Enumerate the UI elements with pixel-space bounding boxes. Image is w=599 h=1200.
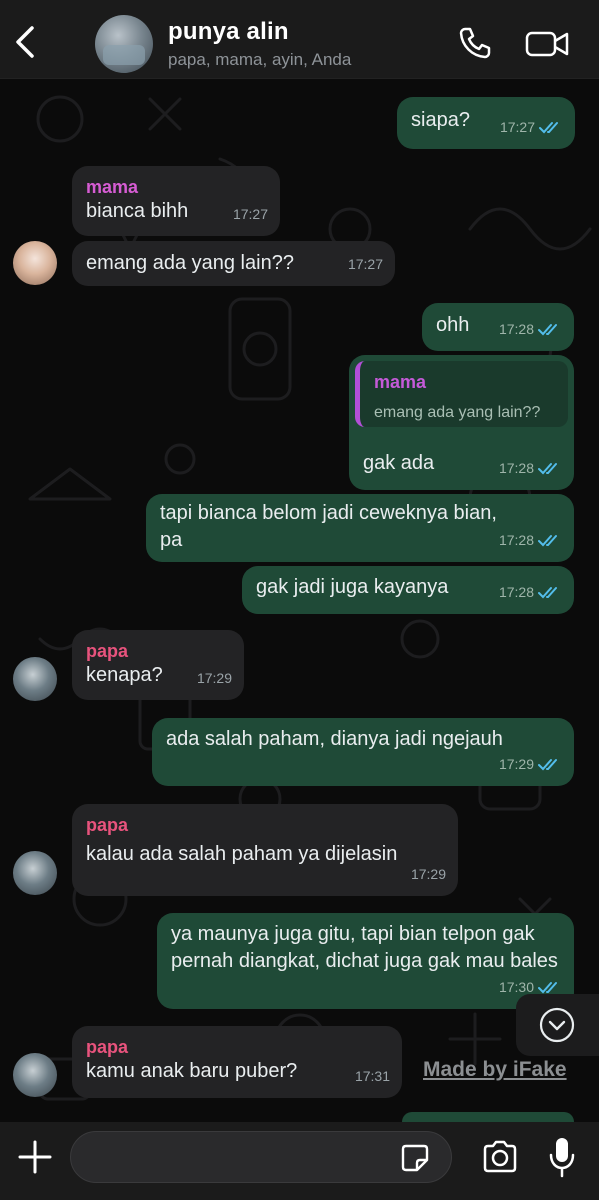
message-meta: 17:28 [499,527,562,554]
phone-icon[interactable] [458,26,492,60]
message-meta: 17:28 [499,455,562,482]
quoted-sender: mama [374,372,427,392]
message-text: kamu anak baru puber? [86,1060,298,1082]
message-bubble-outgoing[interactable]: ya maunya juga gitu, tapi bian telpon ga… [157,913,574,1009]
message-text: kenapa? [86,664,163,686]
message-text: tapi bianca belom jadi ceweknya bian, pa [160,502,497,551]
message-text: emang ada yang lain?? [86,252,294,274]
message-time: 17:29 [498,756,534,772]
message-bubble-outgoing-reply[interactable]: mama emang ada yang lain?? gak ada 17:28 [349,355,574,490]
message-text: gak jadi juga kayanya [256,576,449,598]
sticker-icon[interactable] [400,1143,430,1173]
message-time: 17:27 [499,119,535,135]
message-time: 17:28 [498,532,534,548]
message-time: 17:27 [232,206,268,222]
sender-name[interactable]: papa [86,814,444,836]
message-text: ohh [436,314,470,336]
message-time: 17:27 [347,256,383,272]
message-text: bianca bihh [86,200,189,222]
sender-name[interactable]: papa [86,640,230,662]
quoted-text: emang ada yang lain?? [374,404,541,421]
message-meta: 17:27 [348,251,383,278]
plus-icon[interactable] [16,1138,54,1176]
message-composer [0,1122,599,1200]
camera-icon[interactable] [481,1139,519,1175]
message-bubble-outgoing[interactable]: ada salah paham, dianya jadi ngejauh 17:… [152,718,574,786]
double-check-icon [538,758,557,770]
scroll-to-bottom-button[interactable] [516,994,599,1056]
double-check-icon [539,121,558,133]
message-text: kalau ada salah paham ya dijelasin [86,843,398,865]
watermark: Made by iFake [423,1058,567,1081]
message-bubble-incoming[interactable]: papa kalau ada salah paham ya dijelasin … [72,804,458,896]
message-time: 17:28 [498,584,534,600]
chat-title[interactable]: punya alin [168,18,289,46]
microphone-icon[interactable] [548,1135,576,1179]
message-bubble-incoming[interactable]: papa kamu anak baru puber? 17:31 [72,1026,402,1098]
message-time: 17:29 [196,670,232,686]
message-bubble-incoming[interactable]: papa kenapa? 17:29 [72,630,244,700]
sender-name[interactable]: papa [86,1036,388,1058]
video-camera-icon[interactable] [525,29,569,59]
message-input[interactable] [70,1131,452,1183]
double-check-icon [538,462,557,474]
message-meta: 17:29 [411,861,446,888]
message-time: 17:31 [354,1068,390,1084]
message-meta: 17:31 [355,1063,390,1090]
papa-avatar[interactable] [13,657,57,701]
message-bubble-outgoing[interactable]: tapi bianca belom jadi ceweknya bian, pa… [146,494,574,562]
message-bubble-outgoing[interactable]: siapa? 17:27 [397,97,575,149]
group-avatar[interactable] [95,15,153,73]
message-time: 17:28 [498,460,534,476]
message-meta: 17:28 [499,579,562,606]
message-text: ya maunya juga gitu, tapi bian telpon ga… [171,923,558,972]
message-bubble-incoming[interactable]: emang ada yang lain?? 17:27 [72,241,395,286]
message-meta: 17:27 [500,114,563,141]
message-bubble-outgoing[interactable]: gak jadi juga kayanya 17:28 [242,566,574,614]
sender-name[interactable]: mama [86,176,266,198]
message-bubble-outgoing[interactable]: ohh 17:28 [422,303,574,351]
double-check-icon [538,534,557,546]
papa-avatar[interactable] [13,1053,57,1097]
message-time: 17:29 [410,866,446,882]
double-check-icon [538,981,557,993]
message-meta: 17:28 [499,316,562,343]
back-chevron-icon[interactable] [12,24,40,60]
message-meta: 17:29 [499,751,562,778]
chevron-down-icon [539,1007,575,1043]
quoted-message[interactable]: mama emang ada yang lain?? [355,361,568,427]
participants-list[interactable]: papa, mama, ayin, Anda [168,50,351,70]
double-check-icon [538,586,557,598]
mama-avatar[interactable] [13,241,57,285]
message-text: siapa? [411,109,470,131]
double-check-icon [538,323,557,335]
chat-header: punya alin papa, mama, ayin, Anda [0,0,599,79]
message-bubble-incoming[interactable]: mama bianca bihh 17:27 [72,166,280,236]
message-meta: 17:27 [233,201,268,228]
message-text: ada salah paham, dianya jadi ngejauh [166,728,503,750]
message-time: 17:28 [498,321,534,337]
papa-avatar[interactable] [13,851,57,895]
message-meta: 17:29 [197,665,232,692]
message-text: gak ada [363,452,435,474]
